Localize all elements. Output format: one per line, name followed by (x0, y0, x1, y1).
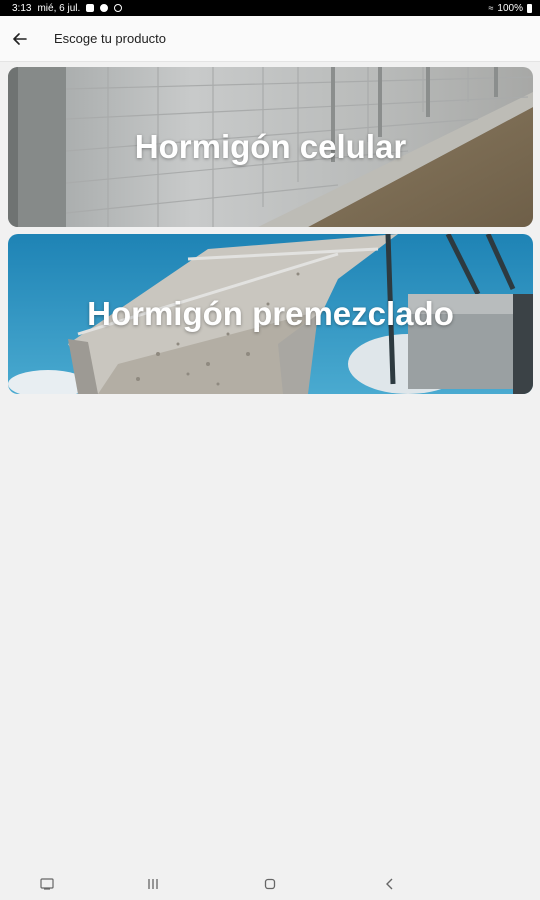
home-icon (264, 878, 276, 890)
recents-button[interactable] (141, 874, 165, 894)
product-label: Hormigón celular (134, 128, 407, 165)
battery-icon (527, 3, 532, 13)
sync-icon (114, 4, 123, 12)
system-nav-bar (0, 868, 540, 900)
back-icon (386, 878, 393, 890)
screenshot-button[interactable] (35, 874, 59, 894)
status-left: 3:13 mié, 6 jul. (12, 2, 123, 14)
page-title: Escoge tu producto (54, 31, 167, 46)
arrow-left-icon (13, 32, 27, 45)
app-bar: Escoge tu producto (0, 16, 540, 62)
product-label: Hormigón premezclado (87, 295, 454, 332)
wifi-icon: ≈ (488, 3, 494, 13)
product-card-hormigon-celular[interactable]: Hormigón celular (8, 67, 533, 227)
product-card-hormigon-premezclado[interactable]: Hormigón premezclado (8, 234, 533, 394)
status-right: ≈ 100% (488, 3, 532, 14)
recents-icon (148, 879, 158, 889)
home-button[interactable] (258, 874, 282, 894)
nav-back-button[interactable] (378, 874, 402, 894)
status-bar: 3:13 mié, 6 jul. ≈ 100% (0, 0, 540, 16)
screenshot-icon (40, 878, 54, 890)
battery-text: 100% (497, 2, 523, 14)
gallery-icon (86, 4, 95, 12)
back-button[interactable] (0, 16, 40, 62)
notification-icon (100, 4, 109, 12)
status-date: mié, 6 jul. (37, 2, 81, 14)
status-time: 3:13 (12, 2, 32, 14)
